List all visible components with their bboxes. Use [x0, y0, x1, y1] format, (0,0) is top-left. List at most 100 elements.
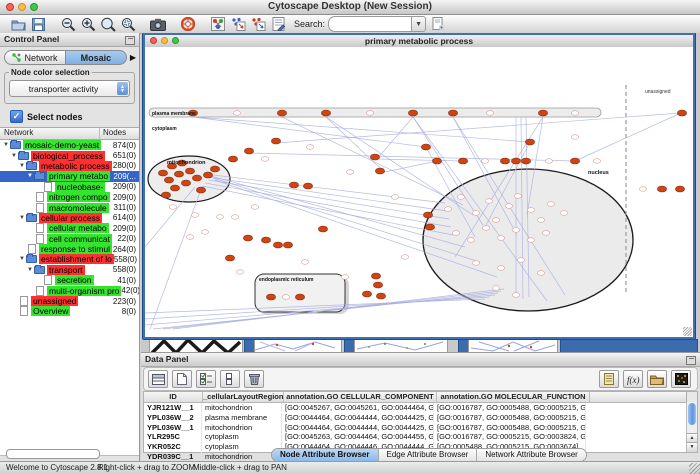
- network-node[interactable]: [161, 192, 170, 198]
- network-node[interactable]: [244, 148, 253, 154]
- network-node[interactable]: [458, 158, 467, 164]
- network-node[interactable]: [370, 154, 379, 160]
- network-node-outline[interactable]: [512, 293, 519, 298]
- network-node[interactable]: [448, 110, 457, 116]
- network-node[interactable]: [675, 186, 684, 192]
- control-panel-hscrollbar[interactable]: [6, 449, 100, 459]
- tree-row[interactable]: ▼biological_process651(0): [0, 150, 139, 160]
- network-node-outline[interactable]: [366, 111, 373, 116]
- table-row[interactable]: YPL036W__1mitochondrion[GO:0044464, GO:0…: [144, 422, 697, 432]
- network-node[interactable]: [570, 158, 579, 164]
- table-vscrollbar[interactable]: ▲ ▼: [686, 402, 697, 452]
- network-node-outline[interactable]: [492, 286, 499, 291]
- matrix-icon[interactable]: [671, 370, 691, 388]
- network-node-outline[interactable]: [191, 213, 198, 218]
- save-icon[interactable]: [30, 17, 46, 32]
- table-icon[interactable]: [148, 370, 168, 388]
- network-node-outline[interactable]: [492, 218, 499, 223]
- open-folder-icon[interactable]: [10, 17, 26, 32]
- network-node[interactable]: [271, 138, 280, 144]
- table-row[interactable]: YJR121W__1mitochondrion[GO:0045267, GO:0…: [144, 403, 697, 413]
- layout-red-icon[interactable]: [250, 17, 266, 32]
- network-node[interactable]: [525, 139, 534, 145]
- network-node-outline[interactable]: [236, 270, 243, 275]
- unselect-attributes-icon[interactable]: [220, 370, 240, 388]
- network-node-outline[interactable]: [571, 135, 578, 140]
- network-node[interactable]: [376, 293, 385, 299]
- network-node[interactable]: [677, 110, 686, 116]
- network-node-outline[interactable]: [346, 170, 353, 175]
- network-node-outline[interactable]: [201, 230, 208, 235]
- tree-row[interactable]: ▼mosaic-demo-yeast874(0): [0, 140, 139, 150]
- network-node[interactable]: [375, 168, 384, 174]
- node-color-dropdown[interactable]: transporter activity ▲▼: [9, 80, 130, 97]
- network-node-outline[interactable]: [301, 260, 308, 265]
- network-node-outline[interactable]: [514, 194, 521, 199]
- tab-node-attribute-browser[interactable]: Node Attribute Browser: [272, 449, 379, 461]
- network-node-outline[interactable]: [472, 261, 479, 266]
- tree-row[interactable]: multi-organism pro42(0): [0, 285, 139, 295]
- expand-arrow-icon[interactable]: ▼: [11, 153, 18, 159]
- network-node[interactable]: [277, 110, 286, 116]
- network-node[interactable]: [164, 177, 173, 183]
- network-node[interactable]: [373, 282, 382, 288]
- tree-row[interactable]: nitrogen compo209(0): [0, 192, 139, 202]
- network-node[interactable]: [538, 110, 547, 116]
- tree-row[interactable]: ▼cellular process614(0): [0, 213, 139, 223]
- tree-row[interactable]: response to stimul264(0): [0, 244, 139, 254]
- network-node[interactable]: [243, 235, 252, 241]
- table-column-header[interactable]: _cellularLayoutRegion: [203, 392, 284, 402]
- background-window-edge[interactable]: [560, 339, 698, 352]
- network-node[interactable]: [500, 158, 509, 164]
- network-node[interactable]: [210, 166, 219, 172]
- network-node-outline[interactable]: [452, 231, 459, 236]
- network-node[interactable]: [170, 185, 179, 191]
- network-node-outline[interactable]: [261, 157, 268, 162]
- network-node-outline[interactable]: [497, 236, 504, 241]
- network-node-outline[interactable]: [542, 231, 549, 236]
- network-node-outline[interactable]: [306, 145, 313, 150]
- network-node[interactable]: [266, 294, 275, 300]
- zoom-in-icon[interactable]: [80, 17, 96, 32]
- attribute-editor-icon[interactable]: [599, 370, 619, 388]
- tree-col-nodes[interactable]: Nodes: [100, 128, 139, 139]
- network-node-outline[interactable]: [497, 266, 504, 271]
- network-node-outline[interactable]: [216, 215, 223, 220]
- network-node[interactable]: [511, 158, 520, 164]
- network-node[interactable]: [228, 156, 237, 162]
- expand-arrow-icon[interactable]: ▼: [19, 256, 26, 262]
- tree-row[interactable]: secretion41(0): [0, 275, 139, 285]
- network-node-outline[interactable]: [527, 208, 534, 213]
- tree-row[interactable]: ▼metabolic process280(0): [0, 161, 139, 171]
- network-node[interactable]: [185, 168, 194, 174]
- network-node-outline[interactable]: [457, 195, 464, 200]
- function-builder-icon[interactable]: f(x): [623, 370, 643, 388]
- network-node[interactable]: [181, 180, 190, 186]
- table-column-header[interactable]: annotation.GO CELLULAR_COMPONENT: [284, 392, 437, 402]
- layout-blue-icon[interactable]: [230, 17, 246, 32]
- select-nodes-checkbox[interactable]: ✓: [10, 110, 23, 123]
- network-node-outline[interactable]: [485, 199, 492, 204]
- network-node-outline[interactable]: [537, 271, 544, 276]
- network-node-outline[interactable]: [467, 238, 474, 243]
- network-node-outline[interactable]: [537, 218, 544, 223]
- network-node-outline[interactable]: [233, 111, 240, 116]
- vizmapper-icon[interactable]: [210, 17, 226, 32]
- expand-arrow-icon[interactable]: ▼: [27, 173, 34, 179]
- network-node[interactable]: [657, 186, 666, 192]
- network-node-outline[interactable]: [482, 226, 489, 231]
- network-node[interactable]: [158, 170, 167, 176]
- tree-row[interactable]: cellular metabo209(0): [0, 223, 139, 233]
- network-node-outline[interactable]: [444, 207, 451, 212]
- import-attributes-icon[interactable]: [647, 370, 667, 388]
- window-resize-grip[interactable]: [683, 327, 692, 336]
- network-node-outline[interactable]: [186, 235, 193, 240]
- tree-row[interactable]: nucleobase-209(0): [0, 182, 139, 192]
- network-node[interactable]: [289, 182, 298, 188]
- network-node-outline[interactable]: [571, 111, 578, 116]
- app-resize-grip[interactable]: [689, 463, 700, 474]
- expand-arrow-icon[interactable]: ▼: [19, 215, 26, 221]
- network-node[interactable]: [225, 255, 234, 261]
- background-window-thumbnail[interactable]: [354, 338, 448, 352]
- network-node[interactable]: [362, 291, 371, 297]
